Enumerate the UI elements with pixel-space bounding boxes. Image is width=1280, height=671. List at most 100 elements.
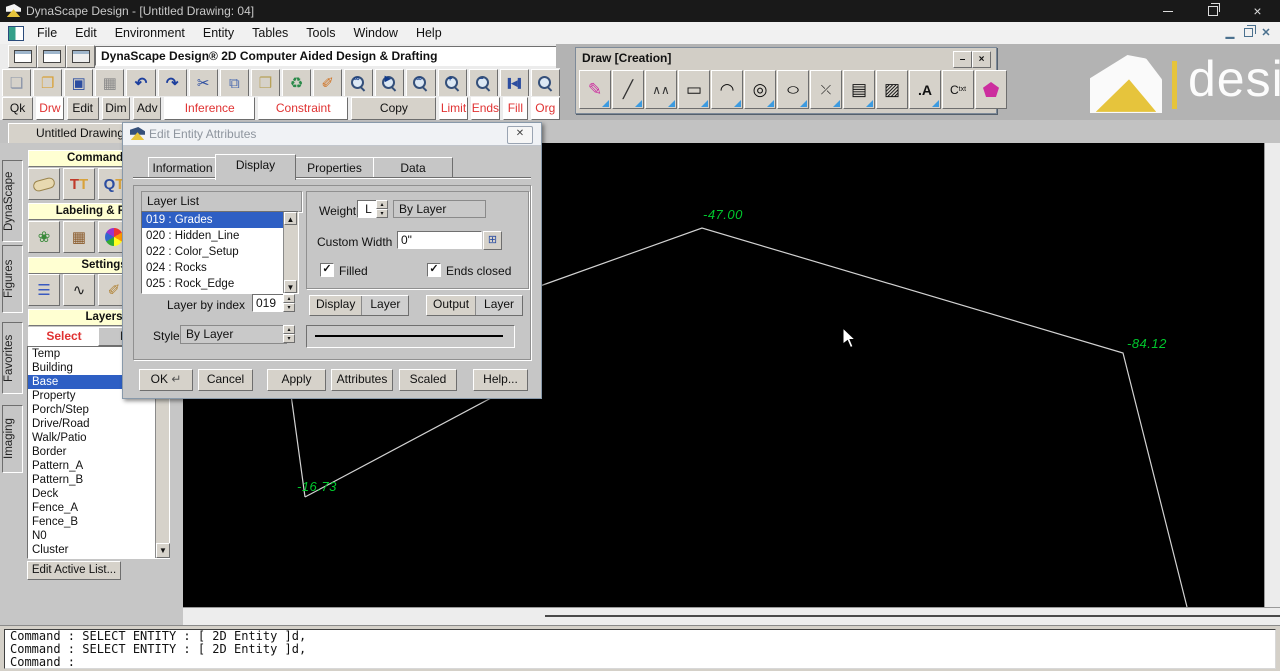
mdi-child-icon[interactable] [8, 26, 24, 41]
layer-index-spinner[interactable]: ▴▾ [283, 294, 295, 312]
tab-draw[interactable]: Drw [36, 97, 63, 120]
print-icon[interactable]: ▦ [95, 69, 124, 97]
arc-tool-icon[interactable]: ◠ [711, 70, 743, 109]
dialog-layer-item[interactable]: 025 : Rock_Edge [142, 276, 298, 292]
zoom-in-icon[interactable]: + [438, 69, 467, 97]
tab-dim[interactable]: Dim [102, 97, 130, 120]
layer-item[interactable]: Pattern_B [28, 473, 169, 487]
filled-checkbox[interactable]: ✓ [320, 263, 334, 277]
edit-active-list-button[interactable]: Edit Active List... [27, 561, 121, 580]
format-painter-icon[interactable]: ✐ [313, 69, 342, 97]
zoom-dynamic-icon[interactable]: ▶ [375, 69, 404, 97]
tab-quick-start[interactable]: Qk St [2, 97, 33, 120]
tab-ends[interactable]: Ends [471, 97, 500, 120]
hatch-tool-icon[interactable]: ▨ [876, 70, 908, 109]
menu-environment[interactable]: Environment [106, 22, 194, 44]
sidebar-tab-figures[interactable]: Figures [2, 245, 23, 313]
scaled-button[interactable]: Scaled [399, 369, 457, 391]
tab-limit[interactable]: Limit [439, 97, 467, 120]
custom-width-input[interactable]: 0" [397, 231, 482, 249]
polygon-tool-icon[interactable] [975, 70, 1007, 109]
menu-entity[interactable]: Entity [194, 22, 243, 44]
tab-fill[interactable]: Fill [503, 97, 528, 120]
dialog-close-icon[interactable]: ✕ [507, 126, 533, 144]
draw-toolbar-minimize-button[interactable]: – [953, 51, 972, 68]
close-button[interactable]: × [1235, 0, 1280, 22]
scroll-down-icon[interactable]: ▼ [284, 280, 297, 293]
layer-item[interactable]: Porch/Step [28, 403, 169, 417]
splitter-line[interactable] [545, 615, 1280, 617]
deck-label-icon[interactable]: ▦ [63, 221, 95, 253]
tab-edit[interactable]: Edit [67, 97, 99, 120]
cut-icon[interactable]: ✂ [189, 69, 218, 97]
dialog-layer-item-selected[interactable]: 019 : Grades [142, 212, 298, 228]
open-folder-icon[interactable]: ❐ [33, 69, 62, 97]
window-layout-2-button[interactable] [37, 45, 66, 68]
ellipse-tool-icon[interactable]: ○ [777, 70, 809, 109]
dialog-tab-display[interactable]: Display [215, 154, 296, 180]
mdi-restore-button[interactable] [1240, 25, 1256, 40]
output-layer-button[interactable]: OutputLayer [426, 295, 523, 316]
canvas-vertical-scrollbar[interactable] [1264, 143, 1280, 607]
cancel-button[interactable]: Cancel [198, 369, 253, 391]
menu-tools[interactable]: Tools [297, 22, 344, 44]
zoom-previous-icon[interactable]: ∞ [344, 69, 373, 97]
trim-tool-icon[interactable]: ⤫ [810, 70, 842, 109]
dialog-layer-list[interactable]: 019 : Grades 020 : Hidden_Line 022 : Col… [141, 211, 299, 294]
window-layout-1-button[interactable] [8, 45, 37, 68]
plant-label-icon[interactable]: ❀ [28, 221, 60, 253]
layer-item[interactable]: Deck [28, 487, 169, 501]
menu-file[interactable]: File [28, 22, 66, 44]
style-spinner[interactable]: ▴▾ [283, 325, 295, 343]
dialog-tab-properties[interactable]: Properties [294, 157, 375, 179]
zoom-region-icon[interactable] [531, 69, 560, 97]
dialog-layer-item[interactable]: 024 : Rocks [142, 260, 298, 276]
rectangle-tool-icon[interactable]: ▭ [678, 70, 710, 109]
layer-item[interactable]: Walk/Patio [28, 431, 169, 445]
save-icon[interactable]: ▣ [64, 69, 93, 97]
menu-edit[interactable]: Edit [66, 22, 106, 44]
layers-settings-icon[interactable]: ☰ [28, 274, 60, 306]
help-button[interactable]: Help... [473, 369, 528, 391]
ends-closed-checkbox[interactable]: ✓ [427, 263, 441, 277]
copy-icon[interactable]: ⧉ [220, 69, 249, 97]
scroll-up-icon[interactable]: ▲ [284, 212, 297, 225]
brick-hatch-tool-icon[interactable]: ▤ [843, 70, 875, 109]
dialog-title-bar[interactable]: Edit Entity Attributes ✕ [123, 123, 541, 146]
paste-icon[interactable]: ❒ [251, 69, 280, 97]
recycle-icon[interactable]: ♻ [282, 69, 311, 97]
layer-item[interactable]: Border [28, 445, 169, 459]
tab-copy[interactable]: Copy [351, 97, 436, 120]
restore-button[interactable] [1190, 0, 1235, 22]
new-document-icon[interactable]: ❏ [2, 69, 31, 97]
sketch-tool-icon[interactable]: ✎ [579, 70, 611, 109]
tab-adv[interactable]: Adv [133, 97, 161, 120]
layer-by-index-input[interactable]: 019 [252, 294, 284, 312]
weight-input[interactable]: L [357, 200, 377, 218]
menu-window[interactable]: Window [344, 22, 406, 44]
shape-tool-icon[interactable] [28, 168, 60, 200]
attributes-button[interactable]: Attributes [331, 369, 393, 391]
minimize-button[interactable] [1145, 0, 1190, 22]
curve-settings-icon[interactable]: ∿ [63, 274, 95, 306]
pan-icon[interactable]: ▐◀▌ [500, 69, 529, 97]
draw-toolbar-close-button[interactable]: × [972, 51, 991, 68]
style-select[interactable]: By Layer [180, 325, 287, 344]
sidebar-tab-imaging[interactable]: Imaging [2, 405, 23, 473]
layer-item[interactable]: Fence_A [28, 501, 169, 515]
dialog-layer-item[interactable]: 022 : Color_Setup [142, 244, 298, 260]
calculator-icon[interactable]: ⊞ [483, 231, 502, 250]
tab-inference[interactable]: Inference [164, 97, 255, 120]
display-layer-button[interactable]: DisplayLayer [309, 295, 409, 316]
layer-item[interactable]: Cluster [28, 543, 169, 557]
layer-item[interactable]: Drive/Road [28, 417, 169, 431]
mdi-close-button[interactable]: ✕ [1258, 25, 1274, 40]
layer-item[interactable]: N0 [28, 529, 169, 543]
weight-spinner[interactable]: ▴▾ [376, 200, 388, 218]
undo-icon[interactable]: ↶ [126, 69, 155, 97]
ok-button[interactable]: OK ↵ [139, 369, 193, 391]
layer-item[interactable]: Pattern_A [28, 459, 169, 473]
redo-icon[interactable]: ↷ [158, 69, 187, 97]
tab-org[interactable]: Org [531, 97, 560, 120]
layer-item[interactable]: Fence_B [28, 515, 169, 529]
